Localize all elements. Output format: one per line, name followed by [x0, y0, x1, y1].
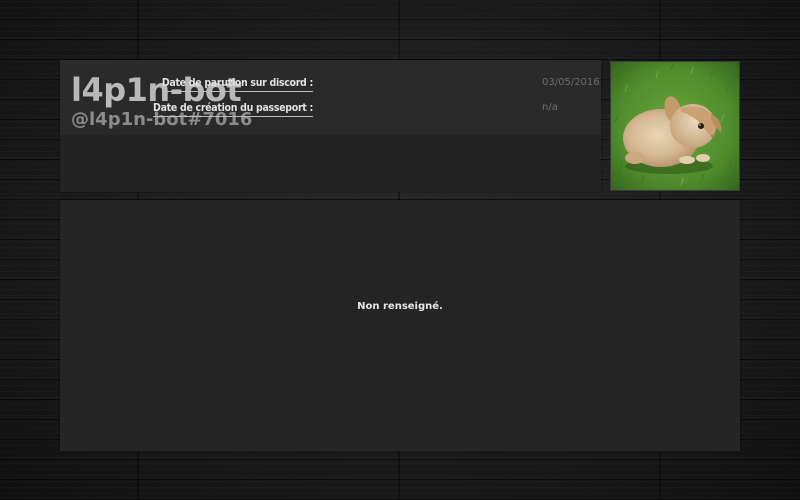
passport-date-label: Date de création du passeport : — [153, 101, 313, 117]
profile-avatar — [610, 61, 740, 191]
bio-text: Non renseigné. — [357, 301, 443, 312]
discord-date-value: 03/05/2016 — [542, 77, 600, 88]
passport-date-value: n/a — [542, 102, 558, 113]
discord-date-label: Date de parution sur discord : — [161, 76, 313, 92]
bio-panel: Non renseigné. — [60, 200, 740, 451]
profile-header: l4p1n-bot @l4p1n-bot#7016 Date de paruti… — [60, 60, 601, 192]
rabbit-avatar-icon — [611, 62, 739, 190]
